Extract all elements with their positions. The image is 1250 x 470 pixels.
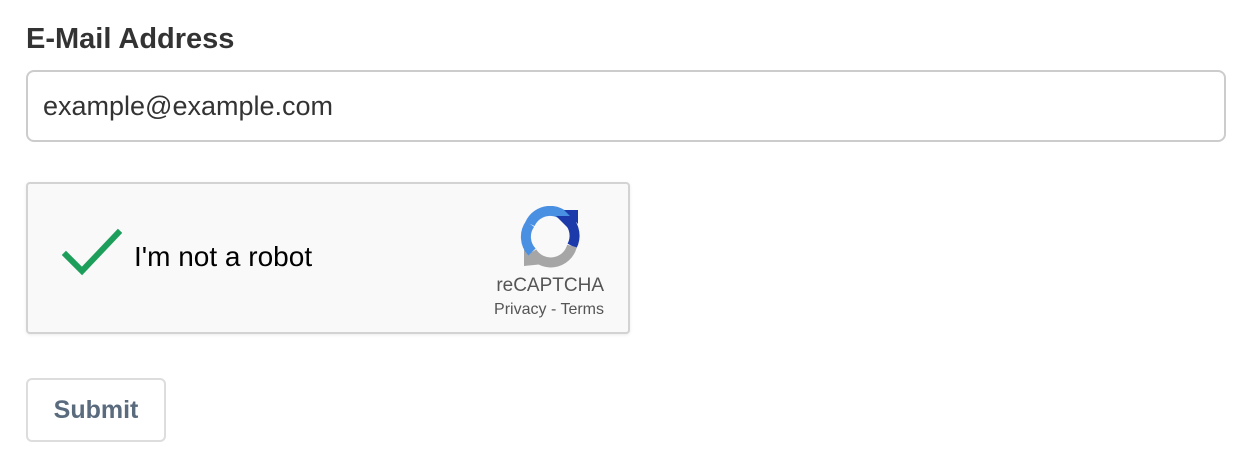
- recaptcha-links: Privacy - Terms: [494, 300, 604, 320]
- email-label: E-Mail Address: [26, 23, 235, 55]
- terms-link[interactable]: Terms: [560, 301, 604, 318]
- checkmark-icon: [62, 228, 122, 276]
- recaptcha-checkbox-label: I'm not a robot: [134, 241, 313, 272]
- links-separator: -: [546, 301, 561, 318]
- recaptcha-brand: reCAPTCHA: [496, 275, 604, 296]
- recaptcha-widget: I'm not a robot reCAPTCHA Privacy - Term…: [26, 182, 630, 334]
- email-field[interactable]: [26, 70, 1226, 142]
- login-form: E-Mail Address I'm not a robot: [26, 0, 1226, 470]
- privacy-link[interactable]: Privacy: [494, 301, 546, 318]
- recaptcha-checkbox[interactable]: [62, 228, 122, 278]
- submit-button[interactable]: Submit: [26, 378, 166, 442]
- recaptcha-logo-icon: [518, 206, 582, 270]
